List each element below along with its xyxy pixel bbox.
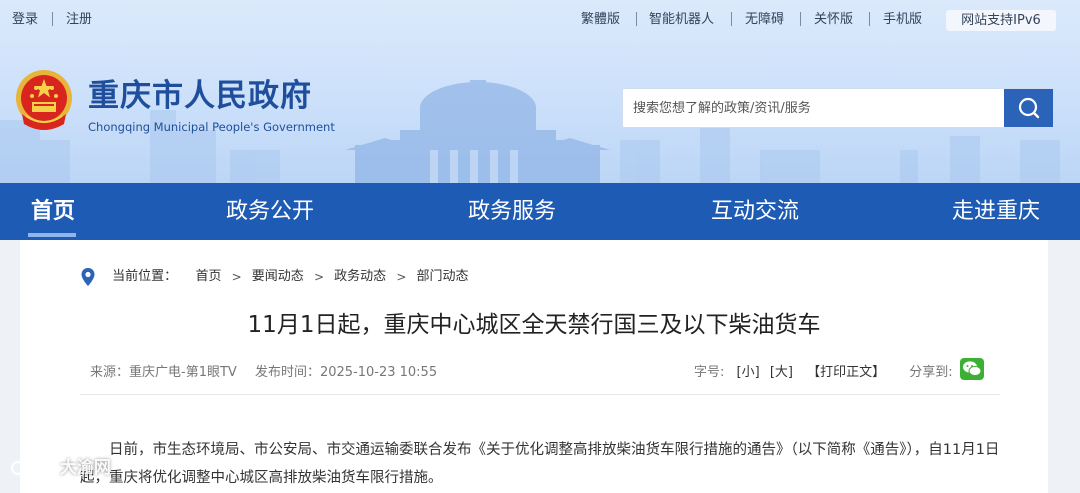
nav-active-indicator [28,233,76,237]
font-large-button[interactable]: [大] [770,365,793,380]
breadcrumb-government-news[interactable]: 政务动态 [334,266,386,288]
nav-government-affairs-disclosure[interactable]: 政务公开 [210,183,330,240]
wechat-share-button[interactable] [960,358,984,380]
elder-care-link[interactable]: 关怀版 [814,12,853,28]
breadcrumb: 当前位置： 首页 > 要闻动态 > 政务动态 > 部门动态 [80,266,469,288]
watermark: 大渝网 [10,456,111,480]
print-button[interactable]: 【打印正文】 [807,365,885,380]
article-title: 11月1日起，重庆中心城区全天禁行国三及以下柴油货车 [247,312,821,338]
login-link[interactable]: 登录 [12,12,38,28]
divider [800,12,801,26]
national-emblem-icon [16,70,72,130]
divider [80,394,1000,395]
location-pin-icon [81,268,95,286]
breadcrumb-home[interactable]: 首页 [195,266,221,288]
font-size-label: 字号: [694,365,725,380]
nav-interaction[interactable]: 互动交流 [695,183,815,240]
smart-robot-link[interactable]: 智能机器人 [649,12,714,28]
nav-about-chongqing[interactable]: 走进重庆 [936,183,1056,240]
article-paragraph: 日前，市生态环境局、市公安局、市交通运输委联合发布《关于优化调整高排放柴油货车限… [80,442,1000,486]
breadcrumb-department-news[interactable]: 部门动态 [417,266,469,288]
breadcrumb-separator: > [231,270,242,284]
accessibility-link[interactable]: 无障碍 [745,12,784,28]
search-box [622,88,1054,128]
divider [869,12,870,26]
ipv6-badge: 网站支持IPv6 [946,10,1056,31]
article-tools: 字号: [小] [大] 【打印正文】 分享到: [694,364,953,382]
search-icon [1018,97,1040,119]
divider [52,12,53,26]
main-nav: 首页 政务公开 政务服务 互动交流 走进重庆 [0,183,1080,240]
breadcrumb-label: 当前位置： [112,269,178,284]
share-label: 分享到: [909,365,953,380]
traditional-chinese-link[interactable]: 繁體版 [581,12,620,28]
site-header: 登录 注册 繁體版 智能机器人 无障碍 关怀版 手机版 网站支持IPv6 重庆市… [0,0,1080,183]
site-subtitle: Chongqing Municipal People's Government [88,120,335,134]
nav-government-services[interactable]: 政务服务 [452,183,572,240]
breadcrumb-news[interactable]: 要闻动态 [252,266,304,288]
font-small-button[interactable]: [小] [737,365,760,380]
watermark-text: 大渝网 [59,458,111,478]
article-publish-time: 发布时间：2025-10-23 10:55 [254,365,438,380]
breadcrumb-separator: > [313,270,325,284]
site-title: 重庆市人民政府 [88,78,312,114]
divider [636,12,637,26]
watermark-logo-icon [11,460,47,475]
article-meta: 来源：重庆广电-第1眼TV 发布时间：2025-10-23 10:55 [90,364,451,382]
breadcrumb-separator: > [396,270,407,284]
divider [731,12,732,26]
nav-home[interactable]: 首页 [14,183,92,240]
search-button[interactable] [1004,89,1053,127]
wechat-icon [963,361,982,377]
top-utility-bar: 登录 注册 繁體版 智能机器人 无障碍 关怀版 手机版 网站支持IPv6 [0,0,1080,40]
article-source: 来源：重庆广电-第1眼TV [90,365,237,380]
search-input[interactable] [633,89,1003,127]
mobile-version-link[interactable]: 手机版 [883,12,922,28]
register-link[interactable]: 注册 [66,12,92,28]
